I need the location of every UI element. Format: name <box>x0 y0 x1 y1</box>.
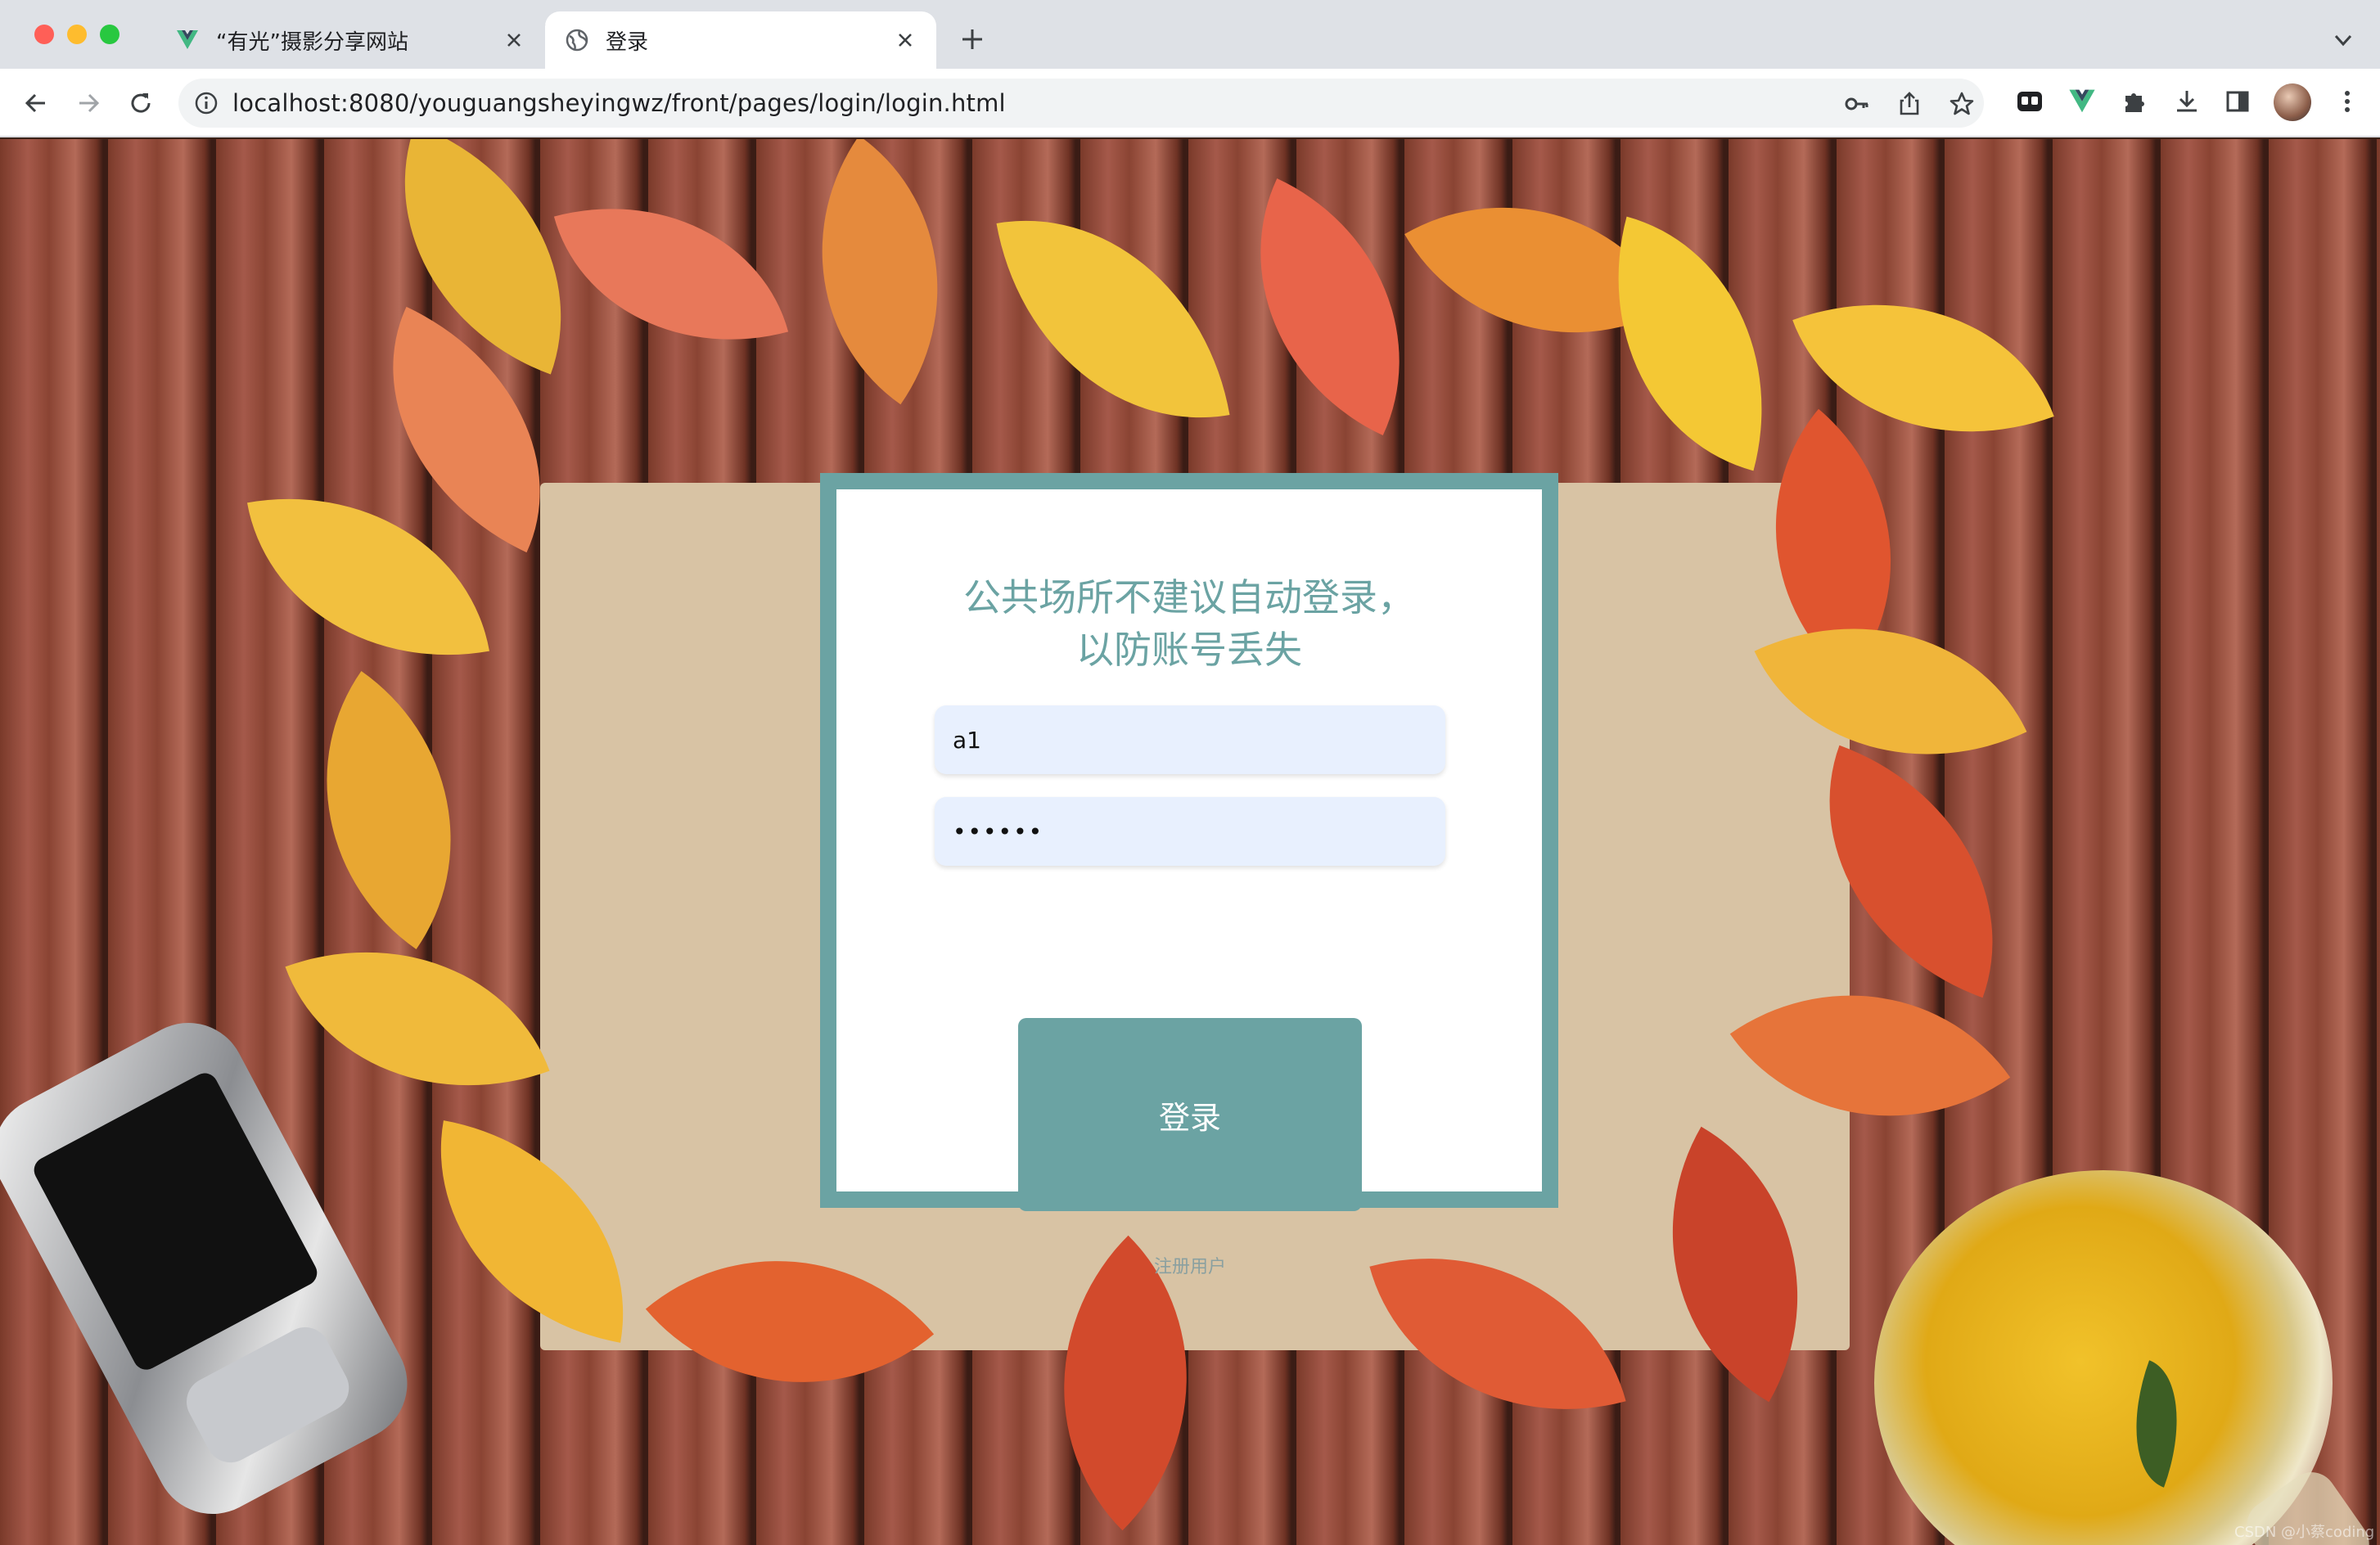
tab-title: 登录 <box>606 29 649 55</box>
extension-mask-icon[interactable] <box>2013 85 2046 118</box>
arrow-left-icon <box>25 93 45 113</box>
close-icon[interactable] <box>503 29 525 52</box>
background-leaf <box>553 165 789 383</box>
tab-photo-site[interactable]: “有光”摄影分享网站 <box>156 11 545 69</box>
url-text[interactable]: localhost:8080/youguangsheyingwz/front/p… <box>232 79 1006 128</box>
side-panel-icon <box>2226 91 2249 112</box>
extensions-puzzle-icon[interactable] <box>2118 85 2151 118</box>
globe-icon <box>566 29 588 52</box>
background-leaf <box>746 139 1014 405</box>
close-icon[interactable] <box>894 29 917 52</box>
tea-cup-image <box>1874 1170 2333 1545</box>
site-info-icon[interactable] <box>193 90 219 116</box>
address-bar[interactable]: localhost:8080/youguangsheyingwz/front/p… <box>178 79 1984 128</box>
reload-button[interactable] <box>123 85 159 121</box>
username-input[interactable] <box>935 705 1445 774</box>
vue-logo-icon <box>177 30 198 49</box>
key-icon[interactable] <box>1843 90 1871 118</box>
bookmark-star-icon[interactable] <box>1948 90 1976 118</box>
chevron-down-icon[interactable] <box>2331 28 2355 52</box>
forward-button[interactable] <box>70 85 106 121</box>
background-leaf <box>248 671 530 949</box>
window-close-button[interactable] <box>34 25 54 44</box>
browser-tab-bar: “有光”摄影分享网站 登录 <box>0 0 2380 69</box>
phone-keypad <box>178 1318 358 1471</box>
mobile-phone-image <box>0 1002 428 1534</box>
mask-icon <box>2017 92 2042 111</box>
back-button[interactable] <box>18 85 54 121</box>
arrow-right-icon <box>79 93 100 113</box>
register-link[interactable]: 注册用户 <box>1108 1252 1272 1278</box>
watermark: CSDN @小蔡coding <box>2234 1524 2375 1541</box>
vue-logo-icon <box>2069 89 2095 113</box>
phone-screen <box>29 1068 322 1375</box>
background-leaf <box>996 189 1230 449</box>
background-leaf <box>1197 178 1463 436</box>
vue-devtools-icon[interactable] <box>2066 85 2098 118</box>
share-icon[interactable] <box>1895 90 1923 118</box>
login-title: 公共场所不建议自动登录， 以防账号丢失 <box>963 575 1415 672</box>
window-maximize-button[interactable] <box>100 25 119 44</box>
reload-icon <box>131 93 151 113</box>
kebab-menu-icon <box>2345 91 2350 112</box>
browser-toolbar: localhost:8080/youguangsheyingwz/front/p… <box>0 69 2380 137</box>
profile-avatar[interactable] <box>2274 83 2311 121</box>
download-icon <box>2177 91 2197 112</box>
password-input[interactable] <box>935 797 1445 866</box>
downloads-button[interactable] <box>2170 85 2203 118</box>
new-tab-plus-icon[interactable] <box>958 25 987 54</box>
login-button[interactable]: 登录 <box>1018 1018 1362 1211</box>
puzzle-icon <box>2125 93 2144 112</box>
tab-title: “有光”摄影分享网站 <box>216 29 408 55</box>
window-minimize-button[interactable] <box>67 25 87 44</box>
browser-menu-button[interactable] <box>2331 85 2364 118</box>
side-panel-button[interactable] <box>2221 85 2254 118</box>
tab-login[interactable]: 登录 <box>545 11 936 69</box>
